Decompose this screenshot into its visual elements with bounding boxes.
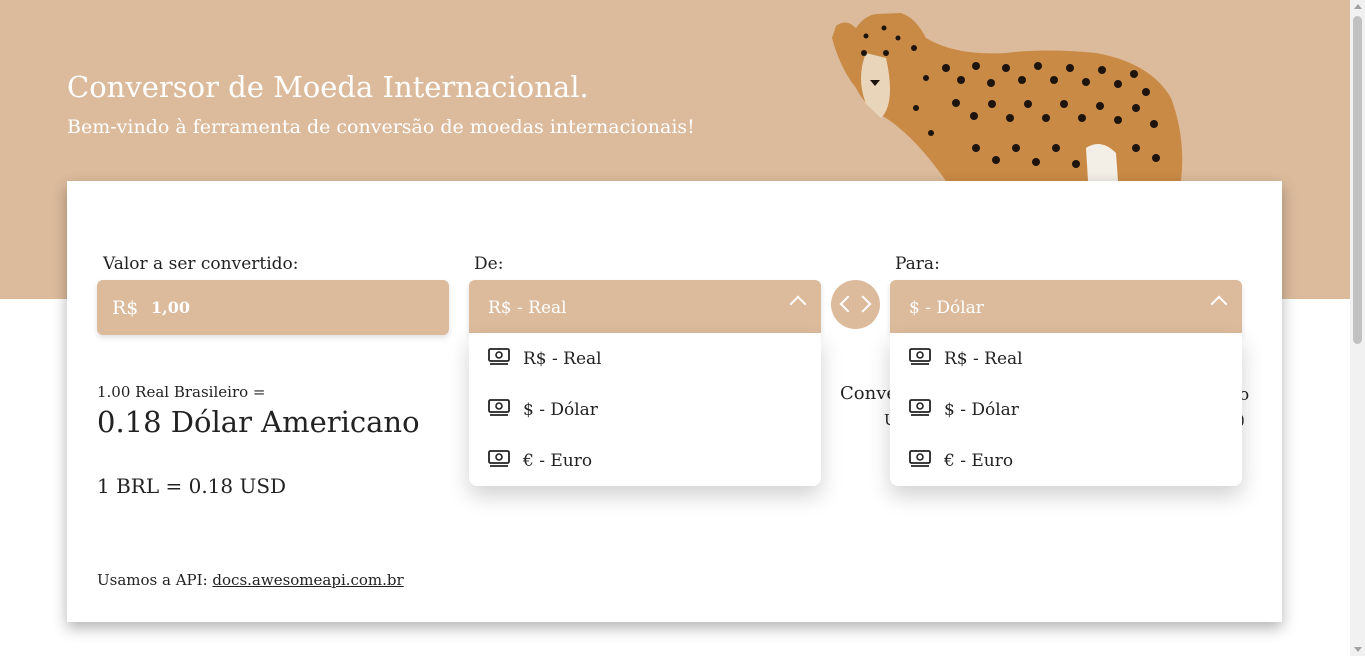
money-icon [488,399,510,416]
to-option-euro[interactable]: € - Euro [890,435,1242,486]
chevron-right-icon [854,295,872,313]
scroll-up-arrow-icon[interactable] [1354,4,1362,9]
to-select[interactable]: $ - Dólar [890,280,1242,335]
option-label: R$ - Real [944,349,1023,369]
right-result-partial: Conve [840,383,898,404]
from-option-real[interactable]: R$ - Real [469,333,821,384]
from-label: De: [474,254,504,274]
swap-button[interactable] [831,280,880,329]
option-label: $ - Dólar [944,400,1019,420]
from-option-euro[interactable]: € - Euro [469,435,821,486]
option-label: $ - Dólar [523,400,598,420]
chevron-up-icon [789,295,807,313]
money-icon [488,450,510,467]
money-icon [909,348,931,365]
page-title: Conversor de Moeda Internacional. [67,70,589,104]
from-selected-value: R$ - Real [488,298,567,318]
option-label: € - Euro [944,451,1014,471]
to-label: Para: [895,254,940,274]
vertical-scrollbar[interactable] [1350,0,1365,656]
scroll-down-arrow-icon[interactable] [1354,647,1362,652]
money-icon [909,399,931,416]
money-icon [909,450,931,467]
to-dropdown-menu: R$ - Real $ - Dólar € - Euro [890,333,1242,486]
to-selected-value: $ - Dólar [909,298,984,318]
to-option-dolar[interactable]: $ - Dólar [890,384,1242,435]
from-dropdown-menu: R$ - Real $ - Dólar € - Euro [469,333,821,486]
to-option-real[interactable]: R$ - Real [890,333,1242,384]
converter-card: Valor a ser convertido: R$ 1,00 De: R$ -… [67,181,1282,622]
option-label: € - Euro [523,451,593,471]
option-label: R$ - Real [523,349,602,369]
chevron-up-icon [1210,295,1228,313]
api-credit: Usamos a API: docs.awesomeapi.com.br [97,571,404,589]
amount-label: Valor a ser convertido: [103,254,299,274]
amount-input[interactable]: 1,00 [151,298,190,317]
currency-prefix: R$ [112,297,139,319]
from-select[interactable]: R$ - Real [469,280,821,335]
leopard-image [832,13,1183,181]
result-value: 0.18 Dólar Americano [97,405,420,439]
result-from-text: 1.00 Real Brasileiro = [97,383,266,401]
api-credit-prefix: Usamos a API: [97,571,208,589]
exchange-rate: 1 BRL = 0.18 USD [97,474,287,498]
amount-field[interactable]: R$ 1,00 [97,280,449,335]
from-option-dolar[interactable]: $ - Dólar [469,384,821,435]
page-subtitle: Bem-vindo à ferramenta de conversão de m… [67,116,695,138]
money-icon [488,348,510,365]
scrollbar-thumb[interactable] [1353,16,1362,344]
api-link[interactable]: docs.awesomeapi.com.br [212,571,403,589]
